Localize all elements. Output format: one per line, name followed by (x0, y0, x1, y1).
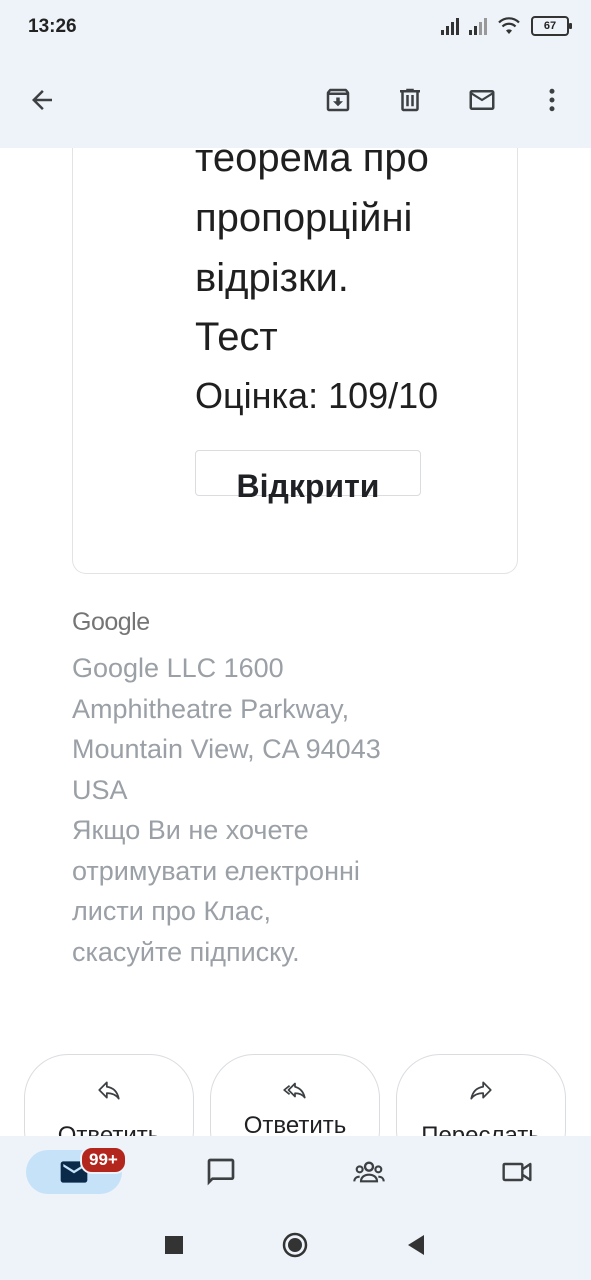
archive-button[interactable] (318, 80, 358, 120)
reply-icon (98, 1081, 120, 1100)
signal-icon-2 (469, 17, 487, 35)
trash-icon (400, 88, 420, 112)
nav-chat-tab[interactable] (188, 1150, 254, 1194)
battery-icon: 67 (531, 16, 572, 36)
home-circle-icon[interactable] (281, 1231, 309, 1259)
footer-line: Amphitheatre Parkway, (72, 693, 350, 724)
classroom-card: теорема про пропорційні відрізки. Тест О… (72, 148, 518, 574)
reply-all-button[interactable]: Ответить (210, 1054, 380, 1136)
back-triangle-icon[interactable] (402, 1231, 430, 1259)
grade-text: Оцінка: 109/10 (195, 375, 439, 416)
system-navigation-bar (0, 1210, 591, 1280)
footer-line: отримувати електронні (72, 855, 360, 886)
nav-spaces-tab[interactable] (336, 1150, 402, 1194)
assignment-title-line-1: теорема про (195, 148, 429, 180)
unsubscribe-link[interactable]: скасуйте підписку. (72, 932, 452, 973)
footer-text: Google LLC 1600 Amphitheatre Parkway, Mo… (72, 648, 452, 972)
reply-all-icon (283, 1082, 306, 1099)
recents-square-icon[interactable] (160, 1231, 188, 1259)
assignment-title-line-3: відрізки. (195, 256, 349, 300)
mark-unread-button[interactable] (462, 80, 502, 120)
nav-meet-tab[interactable] (484, 1150, 550, 1194)
footer-line: Mountain View, CA 94043 (72, 734, 381, 764)
forward-icon (470, 1081, 492, 1100)
status-icons: 67 (441, 16, 572, 36)
chat-icon (207, 1158, 235, 1186)
wifi-icon (498, 17, 520, 34)
forward-button[interactable]: Переслать (396, 1054, 566, 1136)
google-logo: Google (72, 608, 150, 636)
footer-line: USA (72, 774, 128, 805)
delete-button[interactable] (390, 80, 430, 120)
status-time: 13:26 (28, 16, 77, 37)
arrow-back-icon (32, 90, 52, 110)
email-toolbar (0, 52, 591, 148)
status-bar: 13:26 67 (0, 0, 591, 52)
reply-all-label: Ответить (243, 1112, 347, 1136)
spaces-icon (353, 1161, 385, 1183)
assignment-title-line-4: Тест (195, 315, 278, 359)
open-button[interactable]: Відкрити (195, 450, 421, 504)
email-body[interactable]: теорема про пропорційні відрізки. Тест О… (0, 148, 591, 1136)
reply-button[interactable]: Ответить (24, 1054, 194, 1136)
footer-line: Google LLC 1600 (72, 653, 284, 683)
more-options-button[interactable] (532, 80, 572, 120)
unread-count-badge: 99+ (80, 1146, 127, 1174)
archive-icon (326, 88, 350, 112)
assignment-title-line-2: пропорційні (195, 196, 413, 240)
footer-line: листи про Клас, (72, 896, 271, 926)
reply-label: Ответить (57, 1122, 161, 1136)
back-button[interactable] (22, 80, 62, 120)
mail-icon (469, 90, 495, 110)
meet-icon (502, 1162, 532, 1182)
signal-icon (441, 17, 459, 35)
more-vert-icon (549, 88, 555, 112)
forward-label: Переслать (421, 1122, 541, 1136)
footer-line: Якщо Ви не хочете (72, 815, 309, 845)
